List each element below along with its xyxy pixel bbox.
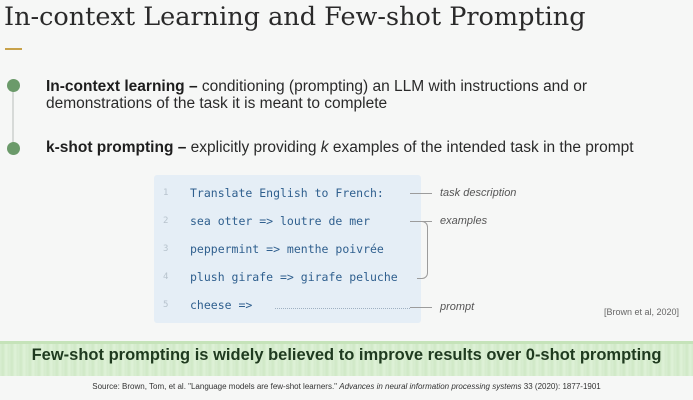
annotation-prompt: prompt bbox=[440, 301, 475, 313]
bullet-k-variable: k bbox=[320, 139, 329, 156]
line-number: 2 bbox=[163, 216, 169, 226]
line-number: 5 bbox=[163, 300, 169, 310]
code-example-box: 1 Translate English to French: 2 sea ott… bbox=[154, 175, 421, 323]
prompt-completion-placeholder bbox=[275, 308, 410, 309]
takeaway-text: Few-shot prompting is widely believed to… bbox=[31, 346, 662, 364]
source-journal: Advances in neural information processin… bbox=[339, 382, 522, 391]
code-line: plush girafe => girafe peluche bbox=[190, 270, 398, 284]
code-line: peppermint => menthe poivrée bbox=[190, 242, 384, 256]
line-number: 1 bbox=[163, 188, 169, 198]
code-line: cheese => bbox=[190, 298, 253, 312]
source-citation: Source: Brown, Tom, et al. "Language mod… bbox=[0, 382, 693, 391]
annotation-task-description: task description bbox=[440, 187, 517, 199]
source-text: 33 (2020): 1877-1901 bbox=[521, 382, 601, 391]
bullet-dot-1 bbox=[7, 79, 20, 92]
bullet-in-context-learning: In-context learning – conditioning (prom… bbox=[46, 78, 646, 112]
bullet-text: explicitly providing bbox=[186, 139, 321, 156]
bullet-dot-2 bbox=[7, 142, 20, 155]
bullet-term: In-context learning – bbox=[46, 78, 198, 95]
task-description-pointer bbox=[410, 193, 432, 194]
bullet-term: k-shot prompting – bbox=[46, 139, 187, 156]
annotation-examples: examples bbox=[440, 215, 488, 227]
examples-bracket bbox=[417, 221, 428, 279]
bullet-timeline bbox=[12, 84, 14, 150]
code-line: sea otter => loutre de mer bbox=[190, 214, 371, 228]
bullet-text: examples of the intended task in the pro… bbox=[328, 139, 634, 156]
code-line: Translate English to French: bbox=[190, 186, 384, 200]
citation: [Brown et al, 2020] bbox=[603, 307, 679, 317]
slide-title: In-context Learning and Few-shot Prompti… bbox=[4, 2, 586, 32]
bullet-k-shot-prompting: k-shot prompting – explicitly providing … bbox=[46, 139, 634, 156]
source-text: Source: Brown, Tom, et al. "Language mod… bbox=[92, 382, 340, 391]
title-underline bbox=[5, 48, 22, 50]
line-number: 4 bbox=[163, 272, 169, 282]
prompt-pointer bbox=[410, 307, 432, 308]
line-number: 3 bbox=[163, 244, 169, 254]
